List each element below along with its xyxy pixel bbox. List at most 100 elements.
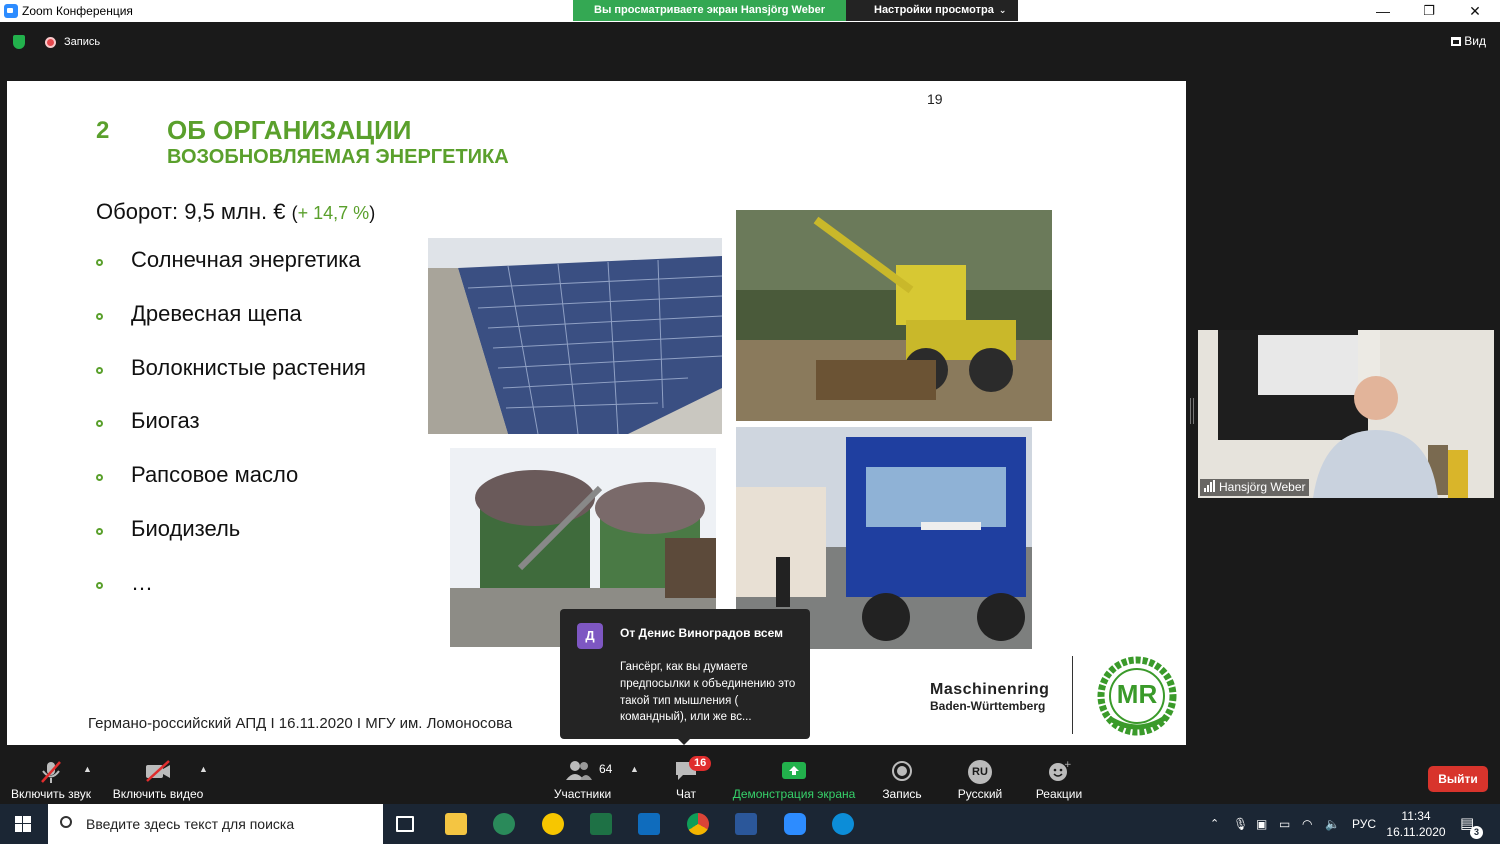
bullet-icon: [96, 312, 103, 320]
start-button[interactable]: [0, 804, 46, 844]
list-item-label: Солнечная энергетика: [131, 247, 361, 272]
list-item: Рапсовое масло: [96, 462, 366, 516]
security-shield-icon[interactable]: [13, 35, 25, 49]
maps-app-icon[interactable]: [493, 813, 515, 835]
list-item-label: Биодизель: [131, 515, 241, 541]
start-video-button[interactable]: Включить видео: [108, 746, 208, 804]
solar-panels-photo: [428, 238, 722, 434]
list-item: Биодизель: [96, 516, 366, 570]
language-label: Русский: [957, 787, 1003, 801]
restore-button[interactable]: ❐: [1406, 0, 1452, 22]
speaker-video-tile[interactable]: Hansjörg Weber: [1198, 330, 1494, 498]
slide-title: ОБ ОРГАНИЗАЦИИ: [167, 115, 412, 145]
share-screen-label: Демонстрация экрана: [732, 787, 856, 801]
reaction-emoji-icon: +: [1047, 760, 1072, 785]
bullet-icon: [96, 474, 103, 482]
share-banner: Вы просматриваете экран Hansjörg Weber: [573, 0, 846, 21]
chat-button[interactable]: Чат: [660, 746, 712, 804]
outlook-icon[interactable]: [638, 813, 660, 835]
clock-date: 16.11.2020: [1386, 825, 1446, 839]
meet-now-icon[interactable]: ▣: [1256, 804, 1267, 844]
taskbar-search[interactable]: Введите здесь текст для поиска: [48, 804, 383, 844]
org-subtitle: Baden-Württemberg: [930, 699, 1046, 713]
audio-options-caret[interactable]: ▲: [83, 764, 92, 774]
video-off-icon: [144, 760, 172, 785]
leave-meeting-button[interactable]: Выйти: [1428, 766, 1488, 792]
chat-message: Гансёрг, как вы думаете предпосылки к об…: [620, 661, 796, 724]
participants-label: Участники: [553, 787, 612, 801]
participants-icon: [566, 760, 592, 783]
excel-icon[interactable]: [590, 813, 612, 835]
participants-options-caret[interactable]: ▲: [630, 764, 639, 774]
list-item-label: …: [131, 569, 153, 595]
tray-chevron-icon[interactable]: ⌃: [1210, 804, 1219, 844]
participants-count: 64: [599, 762, 613, 776]
chat-notification-popup[interactable]: Д От Денис Виноградов всем Гансёрг, как …: [560, 609, 810, 745]
slide-page-number: 19: [927, 91, 943, 107]
section-number: 2: [96, 117, 110, 144]
turnover-paren-close: ): [369, 203, 376, 223]
turnover-label: Оборот: 9,5 млн. €: [96, 199, 292, 224]
zoom-window: Zoom Конференция Вы просматриваете экран…: [0, 0, 1500, 844]
start-video-label: Включить видео: [112, 787, 204, 801]
slide-footer: Германо-российский АПД I 16.11.2020 I МГ…: [88, 715, 513, 732]
panel-resize-handle[interactable]: [1190, 398, 1194, 424]
task-view-icon[interactable]: [396, 816, 414, 832]
reactions-button[interactable]: + Реакции: [1030, 746, 1088, 804]
speaker-name: Hansjörg Weber: [1219, 480, 1306, 494]
slide-subtitle: ВОЗОБНОВЛЯЕМАЯ ЭНЕРГЕТИКА: [167, 146, 509, 168]
view-settings-label: Настройки просмотра: [874, 4, 994, 16]
windows-taskbar: Введите здесь текст для поиска ⌃ 🎙 ▣ ▭ ◠…: [0, 804, 1500, 844]
input-language[interactable]: РУС: [1352, 804, 1376, 844]
record-button[interactable]: Запись: [876, 746, 928, 804]
participants-button[interactable]: 64 Участники: [545, 746, 620, 804]
file-explorer-icon[interactable]: [445, 813, 467, 835]
list-item: Волокнистые растения: [96, 355, 366, 409]
view-button[interactable]: Вид: [1451, 34, 1486, 48]
list-item-label: Рапсовое масло: [131, 462, 299, 488]
1c-app-icon[interactable]: [542, 813, 564, 835]
taskbar-clock[interactable]: 11:34 16.11.2020: [1386, 808, 1446, 840]
bullet-icon: [96, 581, 103, 589]
meeting-top-bar: Запись Вид: [0, 22, 1500, 62]
list-item: Солнечная энергетика: [96, 247, 366, 301]
chevron-down-icon: ⌄: [998, 5, 1007, 15]
unmute-button[interactable]: Включить звук: [6, 746, 96, 804]
search-placeholder: Введите здесь текст для поиска: [86, 816, 295, 832]
language-code: RU: [972, 766, 988, 778]
turnover-line: Оборот: 9,5 млн. € (+ 14,7 %): [96, 199, 375, 225]
maschinenring-logo: MR: [1097, 656, 1177, 736]
chrome-icon[interactable]: [687, 813, 709, 835]
battery-icon[interactable]: ▭: [1279, 804, 1290, 844]
volume-icon[interactable]: 🔈: [1325, 804, 1340, 844]
share-screen-button[interactable]: Демонстрация экрана: [728, 746, 860, 804]
search-icon: [60, 816, 72, 828]
muted-microphone-icon: [38, 760, 64, 787]
chat-unread-badge: 16: [689, 756, 712, 771]
org-name: Maschinenring: [930, 681, 1050, 698]
grid-view-icon: [1451, 37, 1462, 46]
language-interpretation-button[interactable]: RU Русский: [950, 746, 1010, 804]
reactions-label: Реакции: [1035, 787, 1083, 801]
logo-divider: [1072, 656, 1073, 734]
word-icon[interactable]: [735, 813, 757, 835]
zoom-taskbar-icon[interactable]: [784, 813, 806, 835]
list-item-label: Биогаз: [131, 408, 200, 434]
list-item: …: [96, 570, 366, 624]
record-label: Запись: [882, 787, 922, 801]
energy-list: Солнечная энергетика Древесная щепа Воло…: [96, 247, 366, 624]
chat-sender: От Денис Виноградов всем: [620, 626, 783, 640]
edge-icon[interactable]: [832, 813, 854, 835]
minimize-button[interactable]: —: [1360, 0, 1406, 22]
view-settings-button[interactable]: Настройки просмотра ⌄: [846, 0, 1018, 21]
signal-bars-icon: [1204, 480, 1216, 495]
wood-chipper-photo: [736, 210, 1052, 421]
bullet-icon: [96, 420, 103, 428]
bullet-icon: [96, 259, 103, 266]
microphone-tray-icon[interactable]: 🎙: [1233, 804, 1248, 844]
wifi-icon[interactable]: ◠: [1302, 804, 1312, 844]
close-window-button[interactable]: ✕: [1452, 0, 1498, 22]
windows-logo-icon: [15, 816, 31, 832]
video-options-caret[interactable]: ▲: [199, 764, 208, 774]
chat-label: Чат: [676, 787, 696, 801]
